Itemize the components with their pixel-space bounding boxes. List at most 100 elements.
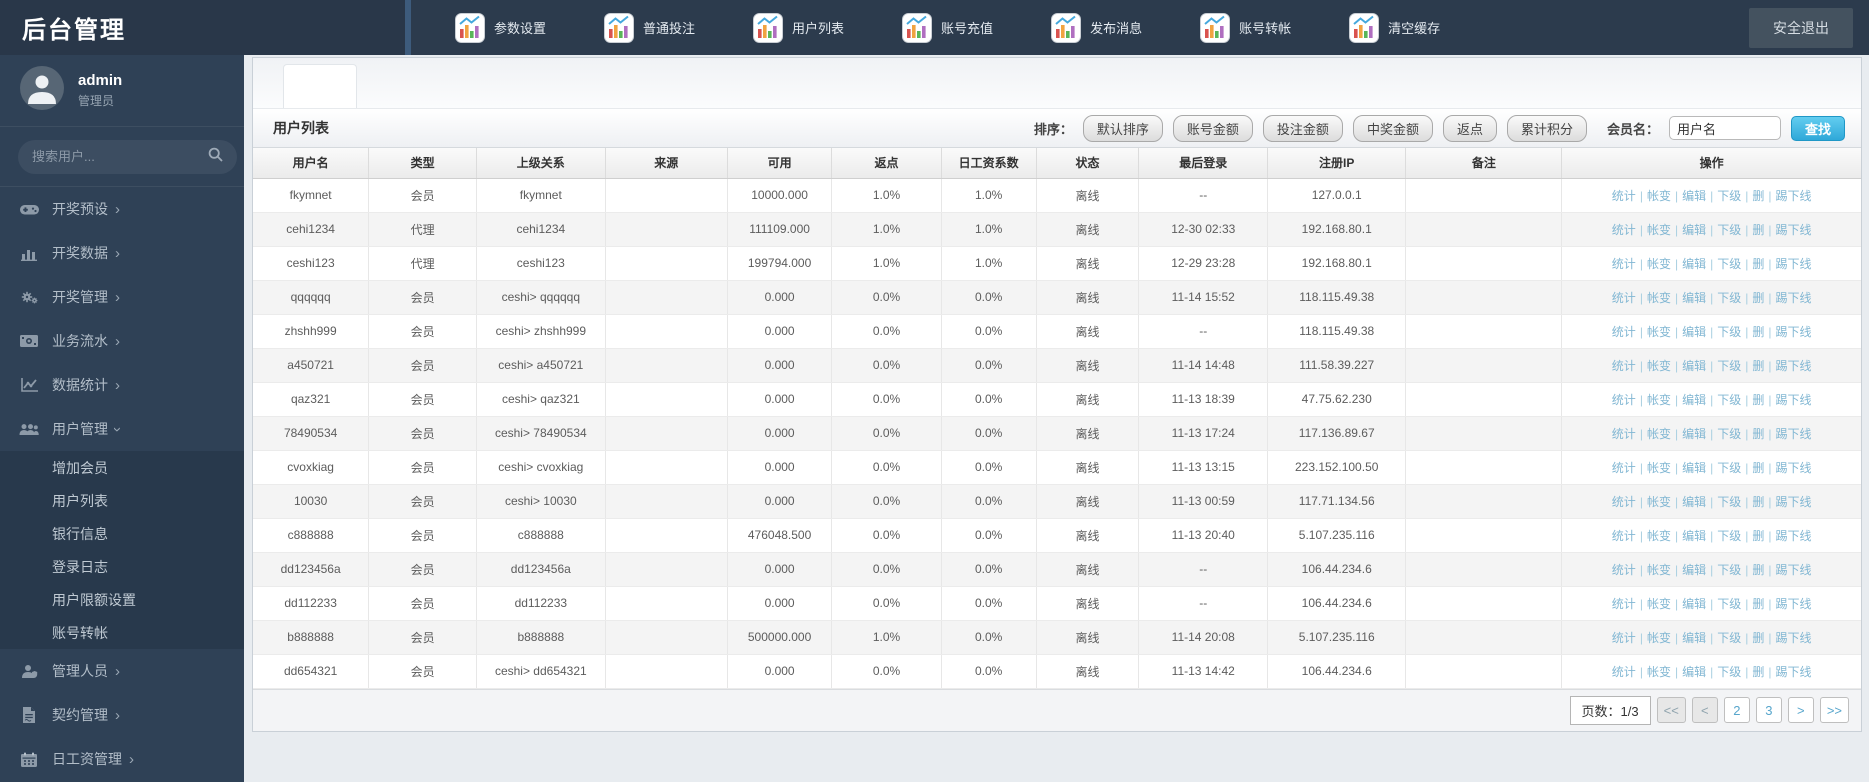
action-link[interactable]: 编辑 — [1682, 597, 1706, 611]
action-link[interactable]: 删 — [1752, 189, 1764, 203]
action-link[interactable]: 帐变 — [1647, 359, 1671, 373]
action-link[interactable]: 下级 — [1717, 631, 1741, 645]
action-link[interactable]: 踢下线 — [1776, 359, 1812, 373]
action-link[interactable]: 编辑 — [1682, 563, 1706, 577]
action-link[interactable]: 删 — [1752, 393, 1764, 407]
action-link[interactable]: 删 — [1752, 665, 1764, 679]
action-link[interactable]: 编辑 — [1682, 393, 1706, 407]
sidebar-submenu-item[interactable]: 登录日志 — [0, 550, 244, 583]
action-link[interactable]: 帐变 — [1647, 257, 1671, 271]
topnav-item[interactable]: 账号充值 — [902, 12, 993, 43]
action-link[interactable]: 帐变 — [1647, 427, 1671, 441]
action-link[interactable]: 踢下线 — [1776, 665, 1812, 679]
action-link[interactable]: 统计 — [1612, 563, 1636, 577]
sort-button[interactable]: 累计积分 — [1506, 114, 1587, 142]
sidebar-submenu-item[interactable]: 银行信息 — [0, 517, 244, 550]
action-link[interactable]: 编辑 — [1682, 427, 1706, 441]
sidebar-menu-item[interactable]: 开奖预设 › — [0, 187, 244, 231]
action-link[interactable]: 踢下线 — [1776, 223, 1812, 237]
action-link[interactable]: 删 — [1752, 597, 1764, 611]
sort-button[interactable]: 返点 — [1442, 114, 1497, 142]
action-link[interactable]: 统计 — [1612, 325, 1636, 339]
action-link[interactable]: 下级 — [1717, 359, 1741, 373]
page-last[interactable]: >> — [1819, 697, 1849, 723]
action-link[interactable]: 下级 — [1717, 189, 1741, 203]
action-link[interactable]: 编辑 — [1682, 291, 1706, 305]
sidebar-menu-item[interactable]: 开奖数据 › — [0, 231, 244, 275]
action-link[interactable]: 编辑 — [1682, 325, 1706, 339]
logout-button[interactable]: 安全退出 — [1749, 7, 1853, 48]
action-link[interactable]: 踢下线 — [1776, 495, 1812, 509]
action-link[interactable]: 踢下线 — [1776, 597, 1812, 611]
action-link[interactable]: 统计 — [1612, 359, 1636, 373]
action-link[interactable]: 编辑 — [1682, 529, 1706, 543]
action-link[interactable]: 编辑 — [1682, 359, 1706, 373]
action-link[interactable]: 删 — [1752, 461, 1764, 475]
topnav-item[interactable]: 参数设置 — [455, 12, 546, 43]
page-first[interactable]: << — [1656, 697, 1686, 723]
sort-button[interactable]: 默认排序 — [1082, 114, 1163, 142]
action-link[interactable]: 统计 — [1612, 461, 1636, 475]
search-input[interactable] — [32, 149, 208, 164]
action-link[interactable]: 帐变 — [1647, 597, 1671, 611]
action-link[interactable]: 下级 — [1717, 563, 1741, 577]
sort-button[interactable]: 投注金额 — [1262, 114, 1343, 142]
action-link[interactable]: 踢下线 — [1776, 631, 1812, 645]
action-link[interactable]: 帐变 — [1647, 223, 1671, 237]
action-link[interactable]: 踢下线 — [1776, 461, 1812, 475]
action-link[interactable]: 帐变 — [1647, 393, 1671, 407]
action-link[interactable]: 帐变 — [1647, 529, 1671, 543]
sidebar-submenu-item[interactable]: 增加会员 — [0, 451, 244, 484]
action-link[interactable]: 帐变 — [1647, 325, 1671, 339]
action-link[interactable]: 踢下线 — [1776, 393, 1812, 407]
action-link[interactable]: 编辑 — [1682, 223, 1706, 237]
sort-button[interactable]: 账号金额 — [1172, 114, 1253, 142]
action-link[interactable]: 下级 — [1717, 393, 1741, 407]
action-link[interactable]: 统计 — [1612, 631, 1636, 645]
sidebar-submenu-item[interactable]: 用户列表 — [0, 484, 244, 517]
sidebar-submenu-item[interactable]: 用户限额设置 — [0, 583, 244, 616]
action-link[interactable]: 下级 — [1717, 529, 1741, 543]
sidebar-menu-item[interactable]: 契约管理 › — [0, 693, 244, 737]
action-link[interactable]: 删 — [1752, 257, 1764, 271]
action-link[interactable]: 下级 — [1717, 257, 1741, 271]
action-link[interactable]: 删 — [1752, 291, 1764, 305]
action-link[interactable]: 编辑 — [1682, 631, 1706, 645]
action-link[interactable]: 帐变 — [1647, 291, 1671, 305]
action-link[interactable]: 下级 — [1717, 427, 1741, 441]
action-link[interactable]: 删 — [1752, 529, 1764, 543]
action-link[interactable]: 删 — [1752, 359, 1764, 373]
action-link[interactable]: 统计 — [1612, 597, 1636, 611]
sidebar-menu-item[interactable]: 用户管理 › — [0, 407, 244, 451]
action-link[interactable]: 统计 — [1612, 189, 1636, 203]
action-link[interactable]: 编辑 — [1682, 189, 1706, 203]
action-link[interactable]: 下级 — [1717, 597, 1741, 611]
action-link[interactable]: 下级 — [1717, 291, 1741, 305]
topnav-item[interactable]: 发布消息 — [1051, 12, 1142, 43]
action-link[interactable]: 统计 — [1612, 529, 1636, 543]
action-link[interactable]: 下级 — [1717, 665, 1741, 679]
sidebar-menu-item[interactable]: 业务流水 › — [0, 319, 244, 363]
action-link[interactable]: 踢下线 — [1776, 427, 1812, 441]
action-link[interactable]: 帐变 — [1647, 461, 1671, 475]
page-prev[interactable]: < — [1691, 697, 1718, 723]
topnav-item[interactable]: 用户列表 — [753, 12, 844, 43]
sidebar-menu-item[interactable]: 管理人员 › — [0, 649, 244, 693]
action-link[interactable]: 帐变 — [1647, 665, 1671, 679]
action-link[interactable]: 帐变 — [1647, 189, 1671, 203]
action-link[interactable]: 统计 — [1612, 495, 1636, 509]
action-link[interactable]: 帐变 — [1647, 563, 1671, 577]
action-link[interactable]: 删 — [1752, 563, 1764, 577]
search-icon[interactable] — [208, 147, 223, 167]
action-link[interactable]: 编辑 — [1682, 461, 1706, 475]
sidebar-menu-item[interactable]: 数据统计 › — [0, 363, 244, 407]
action-link[interactable]: 踢下线 — [1776, 257, 1812, 271]
action-link[interactable]: 编辑 — [1682, 257, 1706, 271]
action-link[interactable]: 统计 — [1612, 393, 1636, 407]
action-link[interactable]: 帐变 — [1647, 631, 1671, 645]
sidebar-menu-item[interactable]: 日工资管理 › — [0, 737, 244, 781]
sort-button[interactable]: 中奖金额 — [1352, 114, 1433, 142]
action-link[interactable]: 删 — [1752, 631, 1764, 645]
action-link[interactable]: 删 — [1752, 495, 1764, 509]
find-button[interactable]: 查找 — [1791, 115, 1845, 141]
